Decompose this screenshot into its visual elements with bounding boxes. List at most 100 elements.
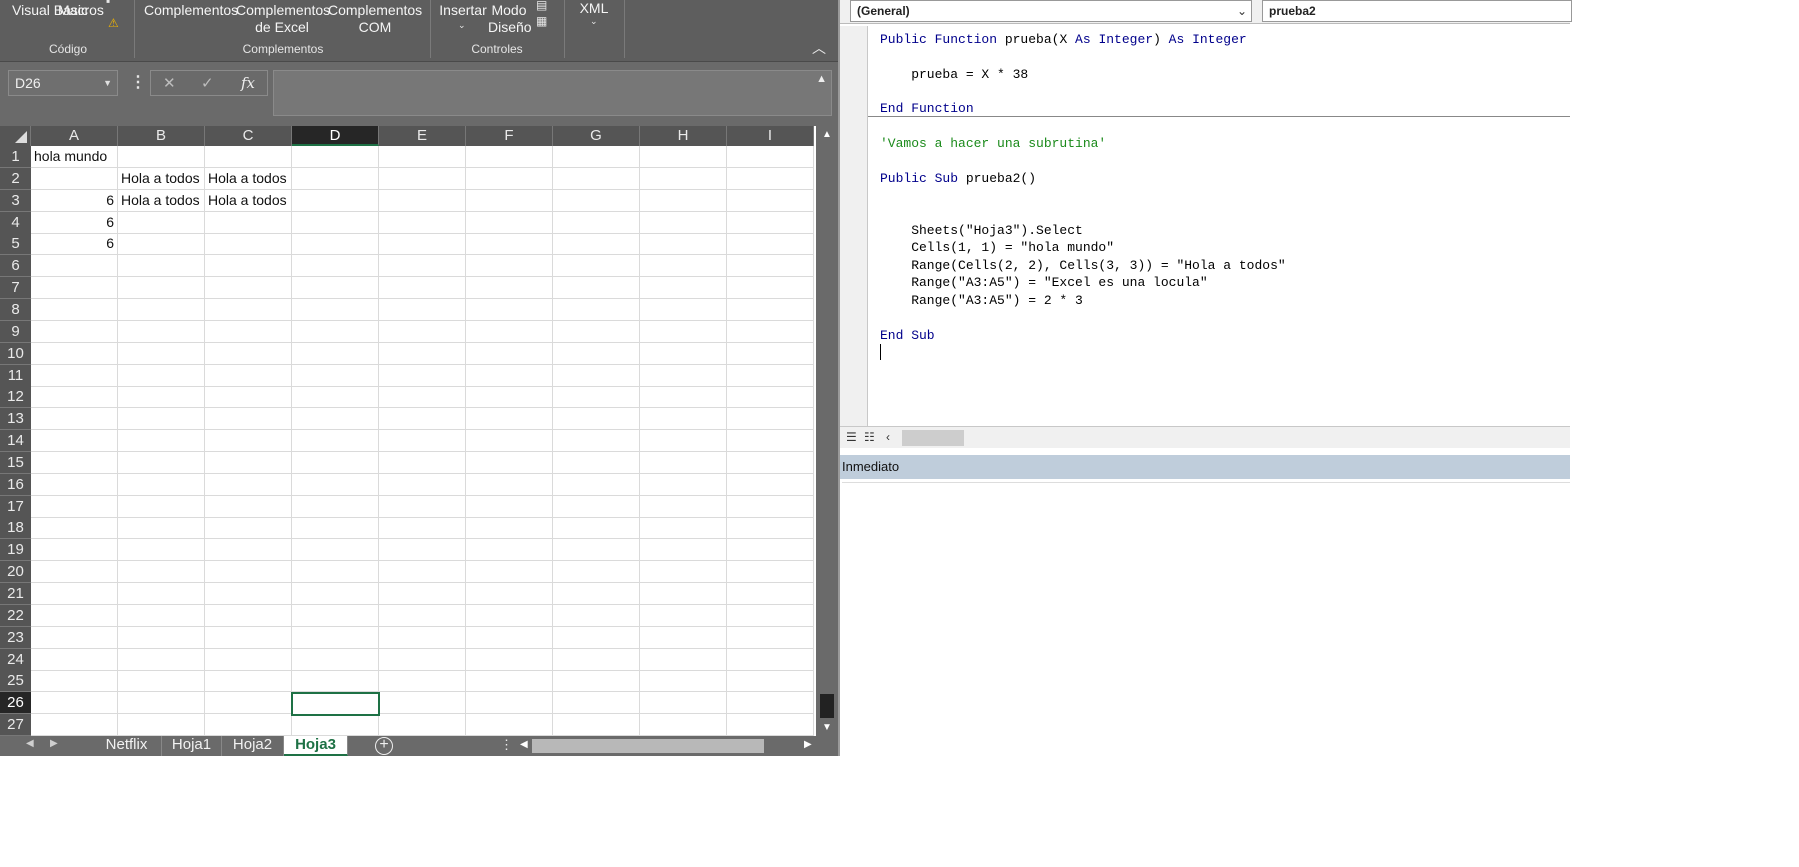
column-header-a[interactable]: A [31, 126, 118, 146]
cell-g23[interactable] [553, 626, 640, 649]
cell-i15[interactable] [727, 451, 814, 474]
cell-a15[interactable] [31, 451, 118, 474]
cell-a8[interactable] [31, 298, 118, 321]
cell-e23[interactable] [379, 626, 466, 649]
cell-d7[interactable] [292, 277, 379, 300]
cell-a9[interactable] [31, 320, 118, 343]
cell-h17[interactable] [640, 495, 727, 518]
cell-a21[interactable] [31, 583, 118, 605]
cell-c10[interactable] [205, 342, 292, 365]
cell-f20[interactable] [466, 561, 553, 584]
cell-f26[interactable] [466, 692, 553, 715]
procedure-view-icon[interactable]: ☰ [846, 430, 857, 444]
macros-button[interactable]: Macros [58, 2, 104, 19]
row-header-22[interactable]: 22 [0, 604, 31, 627]
cell-h25[interactable] [640, 670, 727, 693]
cell-a14[interactable] [31, 430, 118, 453]
cell-i12[interactable] [727, 386, 814, 409]
column-header-d[interactable]: D [292, 126, 379, 146]
cell-g25[interactable] [553, 670, 640, 693]
scroll-left-icon[interactable]: ‹ [886, 430, 890, 444]
cell-b14[interactable] [118, 430, 205, 453]
cell-d19[interactable] [292, 539, 379, 562]
formula-input[interactable]: ▲ [273, 70, 832, 116]
cell-e22[interactable] [379, 604, 466, 627]
cell-h4[interactable] [640, 211, 727, 234]
cell-h23[interactable] [640, 626, 727, 649]
cell-c13[interactable] [205, 408, 292, 431]
cell-i3[interactable] [727, 189, 814, 212]
vertical-scrollbar[interactable]: ▲ ▼ [816, 126, 838, 736]
cell-g3[interactable] [553, 189, 640, 212]
cell-h3[interactable] [640, 189, 727, 212]
cell-e1[interactable] [379, 146, 466, 168]
cell-d4[interactable] [292, 211, 379, 234]
cell-a25[interactable] [31, 670, 118, 693]
next-sheet-icon[interactable]: ▶ [50, 738, 58, 749]
cell-c7[interactable] [205, 277, 292, 300]
cell-e19[interactable] [379, 539, 466, 562]
cell-b17[interactable] [118, 495, 205, 518]
cell-d24[interactable] [292, 648, 379, 671]
cell-d17[interactable] [292, 495, 379, 518]
cell-e14[interactable] [379, 430, 466, 453]
cell-c25[interactable] [205, 670, 292, 693]
view-code-icon[interactable]: ▦ [536, 14, 547, 28]
cell-b24[interactable] [118, 648, 205, 671]
row-header-8[interactable]: 8 [0, 298, 31, 321]
cell-b10[interactable] [118, 342, 205, 365]
cancel-icon[interactable]: ✕ [163, 74, 176, 92]
cell-f18[interactable] [466, 517, 553, 540]
xml-button[interactable]: XML [574, 0, 614, 17]
more-options-icon[interactable]: ⋮ [130, 72, 146, 92]
cell-i4[interactable] [727, 211, 814, 234]
cell-i5[interactable] [727, 233, 814, 256]
cell-d8[interactable] [292, 298, 379, 321]
cell-d1[interactable] [292, 146, 379, 168]
cell-a24[interactable] [31, 648, 118, 671]
scroll-thumb[interactable] [532, 739, 764, 753]
cell-g13[interactable] [553, 408, 640, 431]
cell-c24[interactable] [205, 648, 292, 671]
cell-h13[interactable] [640, 408, 727, 431]
cell-h8[interactable] [640, 298, 727, 321]
scroll-up-icon[interactable]: ▲ [816, 129, 838, 140]
cell-e4[interactable] [379, 211, 466, 234]
cell-g15[interactable] [553, 451, 640, 474]
more-options-icon[interactable]: ⋮ [500, 737, 513, 753]
cell-i10[interactable] [727, 342, 814, 365]
cell-g27[interactable] [553, 714, 640, 736]
cell-a20[interactable] [31, 561, 118, 584]
cell-i24[interactable] [727, 648, 814, 671]
cell-i13[interactable] [727, 408, 814, 431]
cell-g11[interactable] [553, 364, 640, 387]
add-sheet-icon[interactable]: + [375, 737, 393, 755]
cell-g10[interactable] [553, 342, 640, 365]
cell-e2[interactable] [379, 167, 466, 190]
cell-d23[interactable] [292, 626, 379, 649]
cell-d26[interactable] [291, 692, 380, 717]
cell-a3[interactable]: 6 [31, 189, 118, 212]
cell-a23[interactable] [31, 626, 118, 649]
row-header-19[interactable]: 19 [0, 539, 31, 562]
column-header-h[interactable]: H [640, 126, 727, 146]
cell-i27[interactable] [727, 714, 814, 736]
cell-f12[interactable] [466, 386, 553, 409]
cell-g1[interactable] [553, 146, 640, 168]
cell-e6[interactable] [379, 255, 466, 278]
name-box[interactable]: D26 ▼ [8, 70, 118, 96]
enter-icon[interactable]: ✓ [201, 74, 214, 92]
cell-b21[interactable] [118, 583, 205, 605]
row-header-5[interactable]: 5 [0, 233, 31, 256]
modo-diseno-button[interactable]: Modo Diseño [488, 2, 532, 36]
cell-c3[interactable]: Hola a todos [205, 189, 292, 212]
cell-i19[interactable] [727, 539, 814, 562]
insertar-button[interactable]: Insertar [438, 2, 488, 19]
row-header-18[interactable]: 18 [0, 517, 31, 540]
cell-c8[interactable] [205, 298, 292, 321]
cell-f9[interactable] [466, 320, 553, 343]
cell-b5[interactable] [118, 233, 205, 256]
cell-b18[interactable] [118, 517, 205, 540]
cell-i26[interactable] [727, 692, 814, 715]
cell-f13[interactable] [466, 408, 553, 431]
